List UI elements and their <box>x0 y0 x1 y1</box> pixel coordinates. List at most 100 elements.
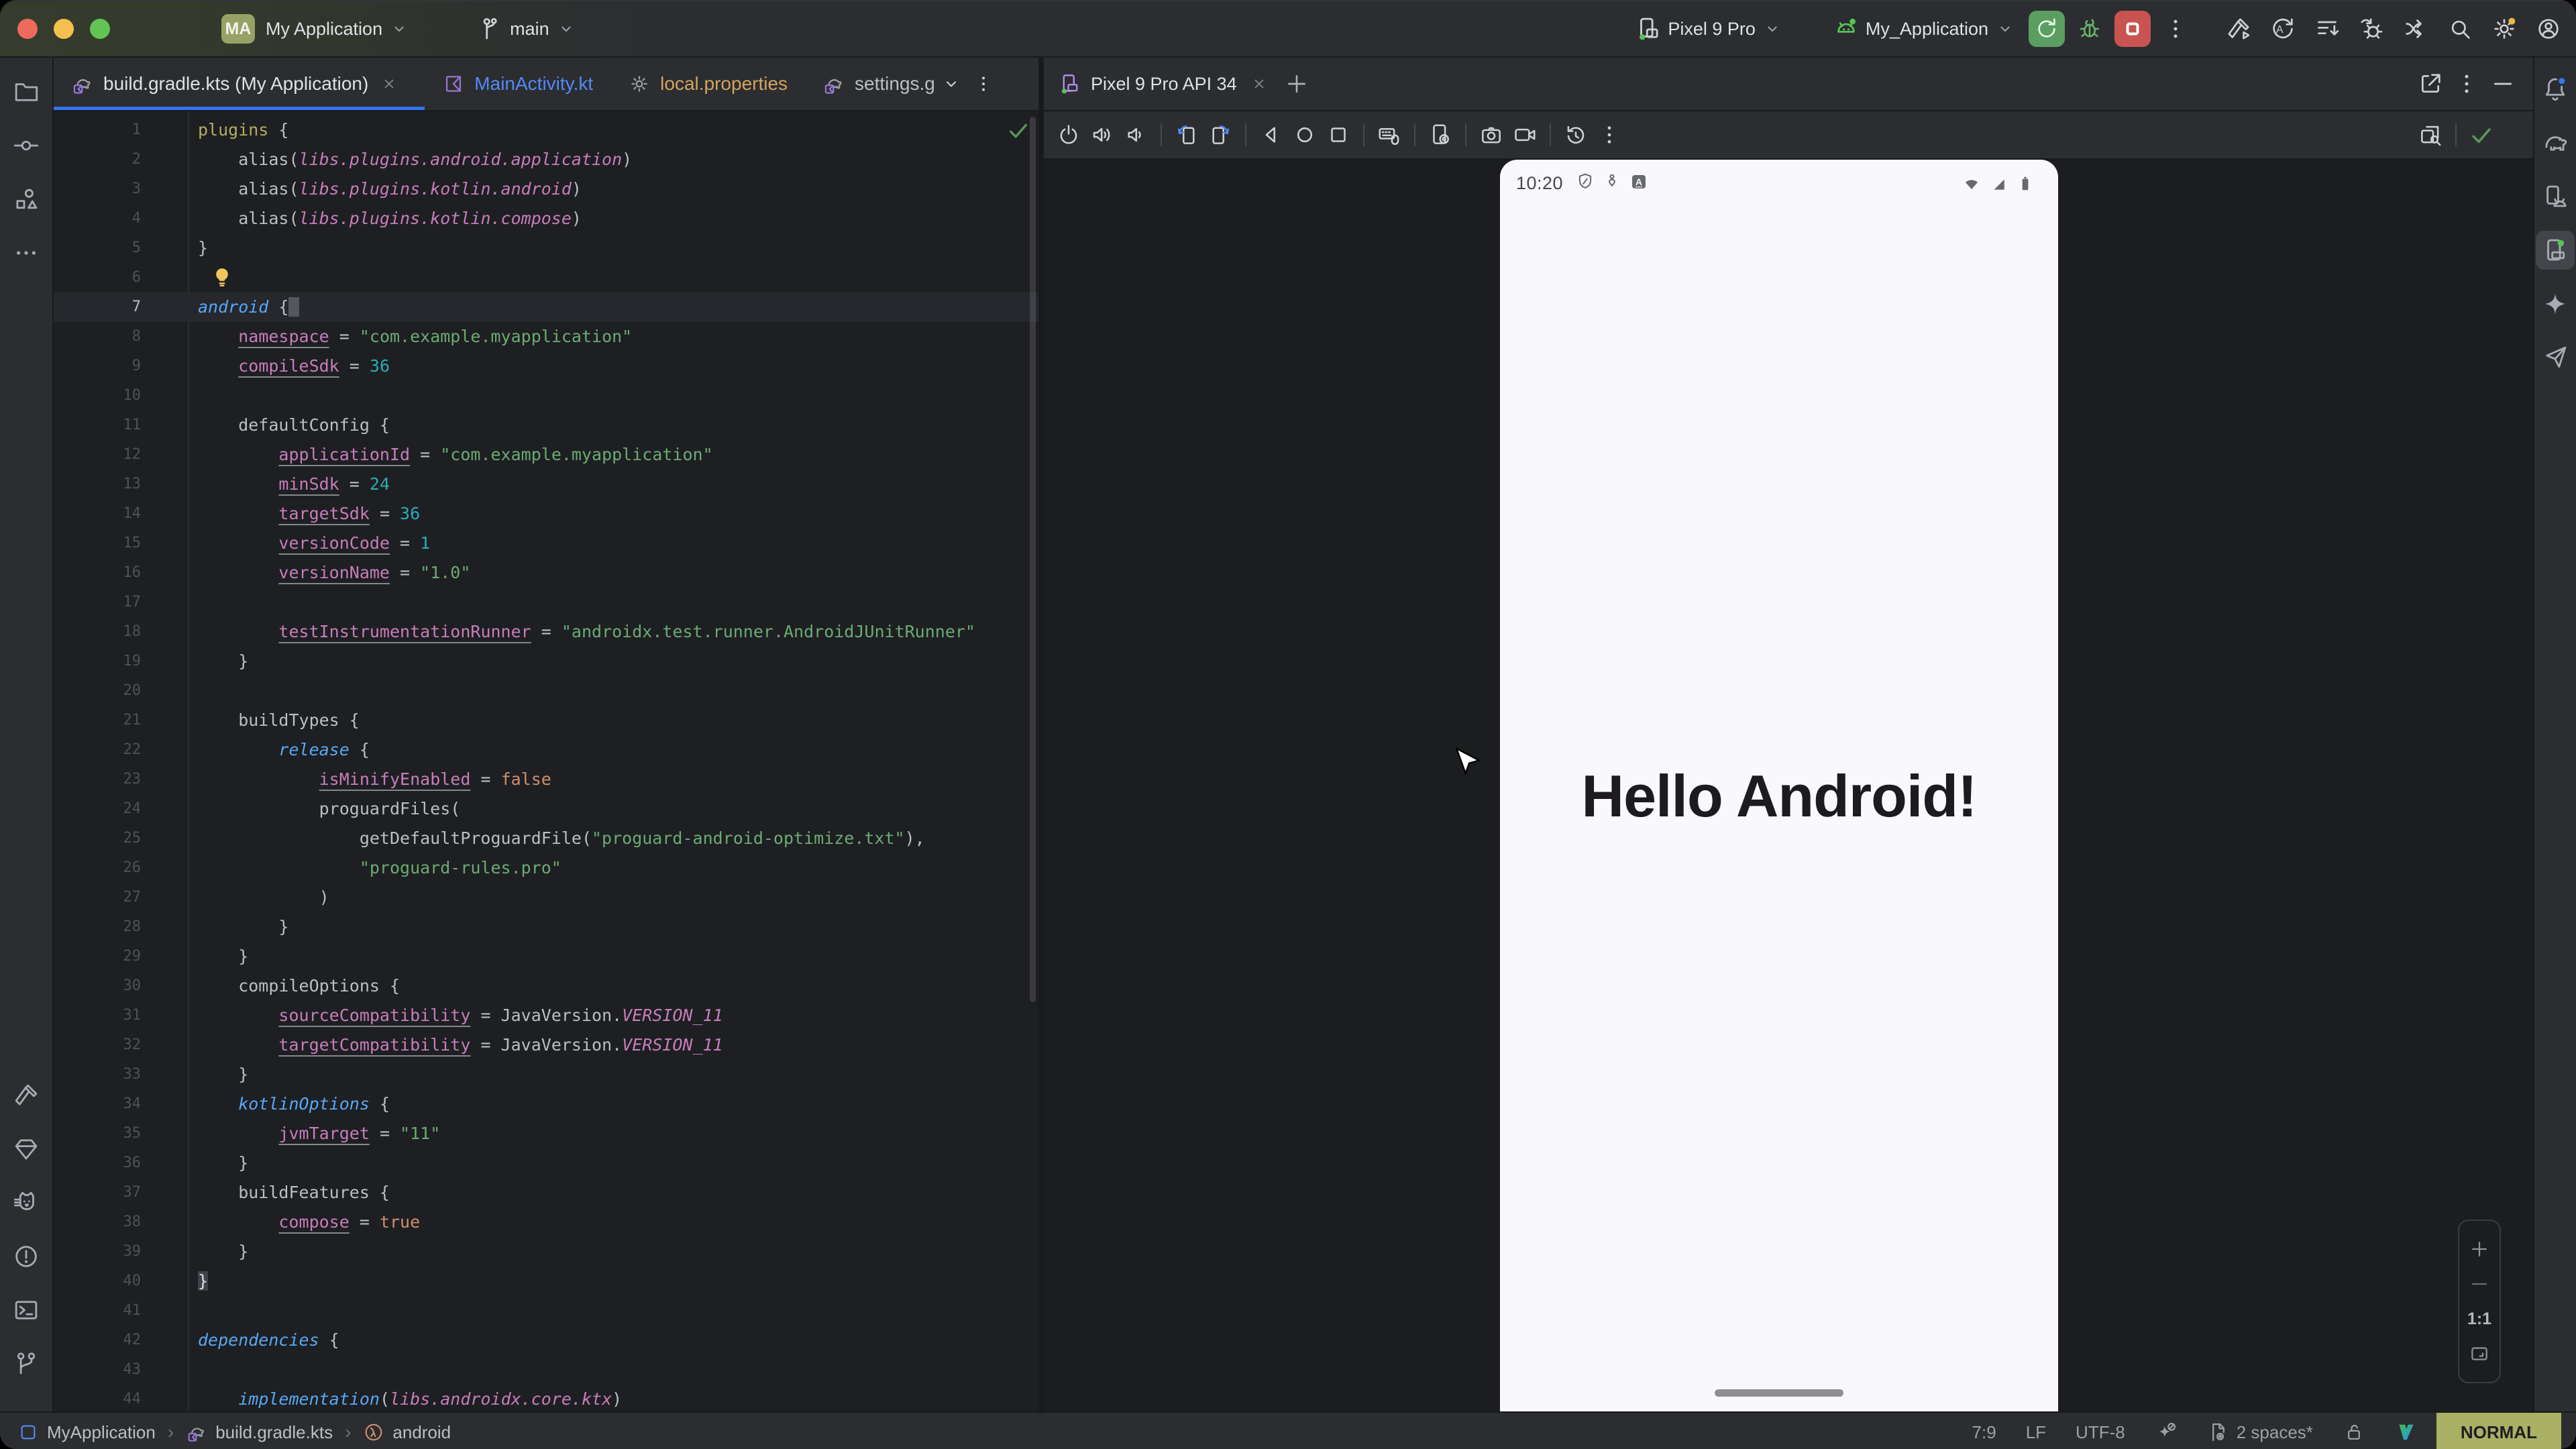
line-number[interactable]: 37 <box>54 1178 141 1208</box>
terminal-button[interactable] <box>7 1291 46 1330</box>
notifications-bell-button[interactable] <box>2536 70 2575 109</box>
debug-button[interactable] <box>2072 11 2108 47</box>
editor-tab-build-gradle-kts-my-application[interactable]: build.gradle.kts (My Application) <box>54 58 425 110</box>
device-manager-button[interactable] <box>2536 177 2575 216</box>
actual-size-button[interactable]: 1:1 <box>2459 1301 2500 1336</box>
editor-scrollbar[interactable] <box>1030 117 1036 1002</box>
running-devices-button[interactable] <box>2536 231 2575 270</box>
vcs-branch-widget[interactable]: main <box>476 15 583 43</box>
line-number[interactable]: 36 <box>54 1148 141 1178</box>
run-configuration-selector[interactable]: My_Application <box>1832 15 2022 43</box>
line-number[interactable]: 16 <box>54 558 141 588</box>
commit-button[interactable] <box>7 126 46 165</box>
apply-changes-button[interactable]: A <box>2265 11 2301 47</box>
add-device-button[interactable] <box>1279 66 1315 102</box>
line-number[interactable]: 29 <box>54 942 141 971</box>
emulator-screen[interactable]: 10:20 A Hello Android! <box>1500 160 2058 1411</box>
caret-position-widget[interactable]: 7:9 <box>1972 1422 1996 1443</box>
line-number[interactable]: 34 <box>54 1089 141 1119</box>
vim-mode-badge[interactable]: NORMAL <box>2436 1413 2561 1449</box>
device-tab[interactable]: Pixel 9 Pro API 34 <box>1057 72 1268 96</box>
build-button[interactable] <box>2220 11 2257 47</box>
inspections-widget[interactable] <box>1006 118 1030 146</box>
ui-check-button[interactable] <box>2414 118 2447 152</box>
readonly-widget[interactable] <box>2343 1421 2365 1444</box>
volume-down-button[interactable] <box>1119 118 1152 152</box>
structure-button[interactable] <box>7 180 46 219</box>
minimize-button[interactable] <box>2485 66 2521 102</box>
restart-button[interactable] <box>1559 118 1593 152</box>
navigation-handle[interactable] <box>1715 1389 1843 1397</box>
close-icon[interactable] <box>380 75 398 93</box>
line-number[interactable]: 6 <box>54 263 141 292</box>
power-button[interactable] <box>1052 118 1085 152</box>
line-number[interactable]: 13 <box>54 470 141 499</box>
device-settings-button[interactable] <box>1424 118 1457 152</box>
line-number[interactable]: 20 <box>54 676 141 706</box>
line-number[interactable]: 21 <box>54 706 141 735</box>
line-number[interactable]: 1 <box>54 115 141 145</box>
git-branch-button[interactable] <box>7 1344 46 1383</box>
line-number[interactable]: 3 <box>54 174 141 204</box>
line-number[interactable]: 41 <box>54 1296 141 1326</box>
editor-tab-settings-g[interactable]: settings.g <box>805 58 935 110</box>
intention-lightbulb-icon[interactable] <box>209 265 235 290</box>
encoding-widget[interactable]: UTF-8 <box>2076 1422 2125 1443</box>
open-new-window-button[interactable] <box>2412 66 2449 102</box>
problems-button[interactable] <box>7 1237 46 1276</box>
line-number[interactable]: 22 <box>54 735 141 765</box>
line-number[interactable]: 38 <box>54 1208 141 1237</box>
kebab-button[interactable] <box>967 68 1000 100</box>
project-folder-button[interactable] <box>7 72 46 111</box>
line-number[interactable]: 5 <box>54 233 141 263</box>
line-number[interactable]: 25 <box>54 824 141 853</box>
line-number[interactable]: 8 <box>54 322 141 352</box>
code-editor[interactable]: 1plugins {2 alias(libs.plugins.android.a… <box>54 111 1038 1411</box>
editor-tab-local-properties[interactable]: local.properties <box>610 58 805 110</box>
attach-debugger-button[interactable] <box>2353 11 2390 47</box>
stop-button[interactable] <box>2114 11 2151 47</box>
rerun-button[interactable] <box>2029 11 2065 47</box>
zoom-out-button[interactable] <box>2459 1267 2500 1301</box>
line-number[interactable]: 17 <box>54 588 141 617</box>
more-button[interactable] <box>7 233 46 272</box>
line-number[interactable]: 9 <box>54 352 141 381</box>
close-icon[interactable] <box>1250 75 1268 93</box>
device-selector[interactable]: Pixel 9 Pro <box>1634 15 1789 43</box>
fit-screen-button[interactable] <box>2459 1336 2500 1371</box>
close-window-button[interactable] <box>17 19 38 39</box>
line-number[interactable]: 19 <box>54 647 141 676</box>
build-hammer-button[interactable] <box>7 1076 46 1115</box>
vim-widget[interactable] <box>2395 1421 2418 1444</box>
volume-up-button[interactable] <box>1085 118 1119 152</box>
gemini-sparkle-button[interactable] <box>2536 284 2575 323</box>
airplane-button[interactable] <box>2536 338 2575 377</box>
line-number[interactable]: 33 <box>54 1060 141 1089</box>
record-button[interactable] <box>1508 118 1542 152</box>
kebab-button[interactable] <box>1593 118 1626 152</box>
indent-widget[interactable]: 2 spaces* <box>2207 1421 2313 1444</box>
home-button[interactable] <box>1288 118 1322 152</box>
line-number[interactable]: 15 <box>54 529 141 558</box>
line-number[interactable]: 35 <box>54 1119 141 1148</box>
breadcrumb-myapplication[interactable]: MyApplication <box>17 1421 156 1443</box>
account-button[interactable] <box>2530 11 2567 47</box>
minimize-window-button[interactable] <box>54 19 74 39</box>
check-button[interactable] <box>2465 118 2498 152</box>
profiler-button[interactable] <box>2309 11 2345 47</box>
line-number[interactable]: 39 <box>54 1237 141 1267</box>
line-number[interactable]: 11 <box>54 411 141 440</box>
line-number[interactable]: 26 <box>54 853 141 883</box>
gradle-elephant-button[interactable] <box>2536 123 2575 162</box>
keyboard-button[interactable] <box>1373 118 1406 152</box>
breadcrumb-android[interactable]: android <box>363 1421 451 1443</box>
screenshot-button[interactable] <box>1474 118 1508 152</box>
project-widget[interactable]: MA My Application <box>134 14 416 44</box>
zoom-window-button[interactable] <box>90 19 110 39</box>
ai-assistant-widget[interactable] <box>2155 1421 2178 1444</box>
line-number[interactable]: 10 <box>54 381 141 411</box>
line-number[interactable]: 18 <box>54 617 141 647</box>
line-number[interactable]: 23 <box>54 765 141 794</box>
zoom-in-button[interactable] <box>2459 1232 2500 1267</box>
line-number[interactable]: 28 <box>54 912 141 942</box>
